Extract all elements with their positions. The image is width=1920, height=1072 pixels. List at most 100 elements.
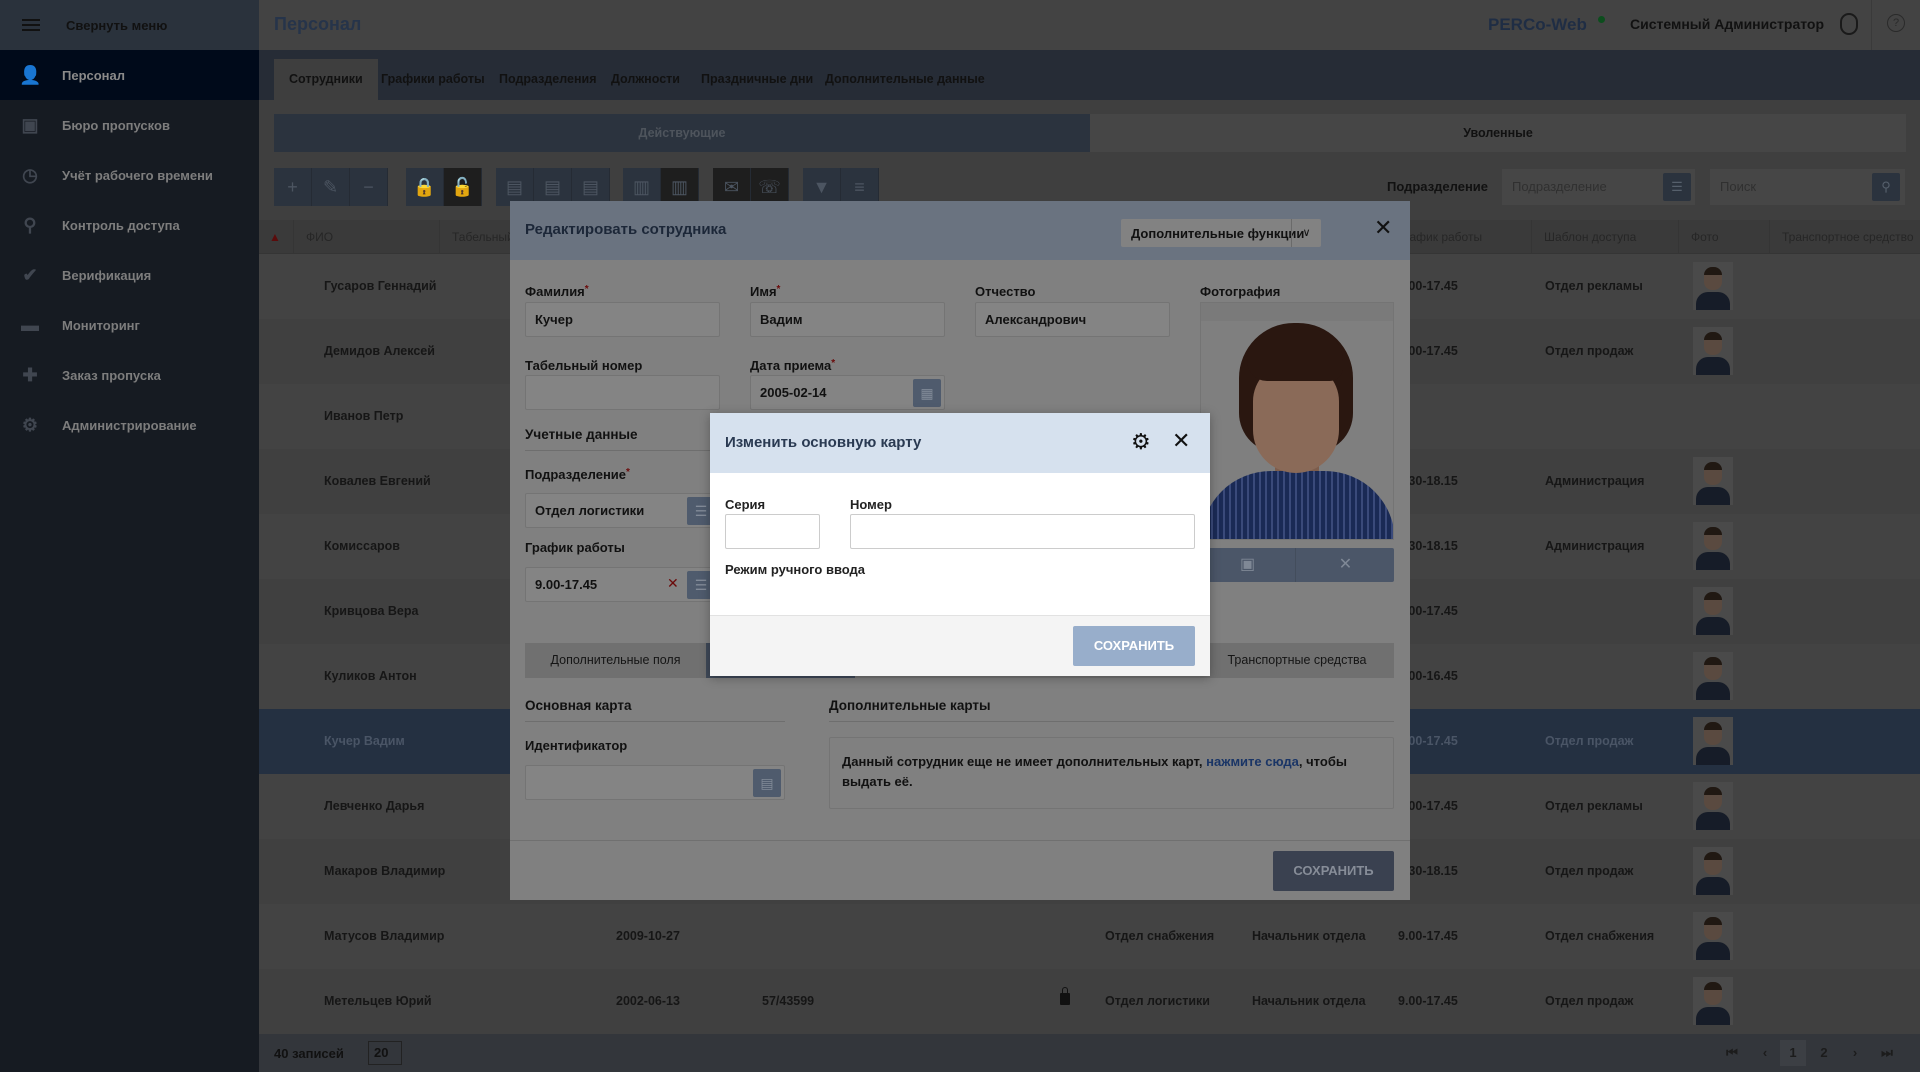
photo-body bbox=[1696, 942, 1730, 960]
segment-active-employees[interactable]: Действующие bbox=[274, 114, 1090, 152]
upload-photo-icon[interactable]: ▣ bbox=[1200, 548, 1296, 582]
badge-icon: ▣ bbox=[21, 115, 39, 135]
lock-icon[interactable]: 🔒 bbox=[406, 168, 444, 206]
middle-name-input[interactable]: Александрович bbox=[975, 302, 1170, 337]
page-1[interactable]: 1 bbox=[1780, 1040, 1806, 1066]
segment-fired-employees[interactable]: Уволенные bbox=[1090, 114, 1906, 152]
next-page-icon[interactable]: › bbox=[1842, 1040, 1868, 1066]
tab-number-input[interactable] bbox=[525, 375, 720, 410]
photo-head bbox=[1704, 852, 1722, 875]
photo-head bbox=[1704, 657, 1722, 680]
column-header-name[interactable]: ФИО bbox=[293, 220, 439, 254]
people-icon: 👤 bbox=[19, 65, 42, 85]
table-row[interactable]: Матусов Владимир 2009-10-27 Отдел снабжени… bbox=[259, 904, 1920, 969]
sidebar-item-4[interactable]: ✔ Верификация bbox=[0, 250, 259, 300]
tab-0[interactable]: Сотрудники bbox=[274, 59, 378, 100]
sidebar-item-2[interactable]: ◷ Учёт рабочего времени bbox=[0, 150, 259, 200]
change-main-card-dialog: Изменить основную карту ⚙ ✕ Серия Номер … bbox=[710, 413, 1210, 676]
employee-name: Кривцова Вера bbox=[324, 604, 419, 618]
sidebar-item-1[interactable]: ▣ Бюро пропусков bbox=[0, 100, 259, 150]
tab-extra-fields[interactable]: Дополнительные поля bbox=[525, 643, 706, 678]
photo-head bbox=[1704, 332, 1722, 355]
collapse-menu-button[interactable]: Свернуть меню bbox=[0, 0, 259, 50]
user-name[interactable]: Системный Администратор bbox=[1630, 16, 1824, 32]
dialog-header: Редактировать сотрудника Дополнительные … bbox=[510, 201, 1410, 260]
prev-page-icon[interactable]: ‹ bbox=[1752, 1040, 1778, 1066]
photo-head bbox=[1704, 462, 1722, 485]
tab-5[interactable]: Дополнительные данные bbox=[810, 59, 1000, 100]
more-functions-button[interactable]: Дополнительные функции ∨ bbox=[1121, 219, 1321, 247]
tab-2[interactable]: Подразделения bbox=[484, 59, 612, 100]
search-icon[interactable]: ⚲ bbox=[1872, 173, 1900, 201]
tab-vehicles[interactable]: Транспортные средства bbox=[1200, 643, 1394, 678]
identifier-input[interactable] bbox=[525, 765, 785, 800]
sidebar-item-0[interactable]: 👤 Персонал bbox=[0, 50, 259, 100]
sidebar-item-6[interactable]: ✚ Заказ пропуска bbox=[0, 350, 259, 400]
tab-3[interactable]: Должности bbox=[596, 59, 695, 100]
photo-body bbox=[1696, 1007, 1730, 1025]
column-header-access-template[interactable]: Шаблон доступа bbox=[1531, 220, 1678, 254]
photo-head bbox=[1704, 787, 1722, 810]
close-icon[interactable]: ✕ bbox=[1374, 215, 1392, 241]
hire-date: 2002-06-13 bbox=[616, 994, 680, 1008]
last-name-input[interactable]: Кучер bbox=[525, 302, 720, 337]
table-row[interactable]: Метельцев Юрий 2002-06-13 57/43599 Отдел ло… bbox=[259, 969, 1920, 1034]
first-name-input[interactable]: Вадим bbox=[750, 302, 945, 337]
edit-icon[interactable]: ✎ bbox=[312, 168, 350, 206]
photo-head bbox=[1704, 527, 1722, 550]
remove-photo-icon[interactable]: ✕ bbox=[1297, 548, 1394, 582]
issue-card-link[interactable]: нажмите сюда bbox=[1206, 754, 1299, 769]
page-size-select[interactable]: 20 bbox=[368, 1041, 402, 1065]
list-icon[interactable]: ☰ bbox=[1663, 173, 1691, 201]
first-page-icon[interactable]: ⏮ bbox=[1719, 1040, 1745, 1066]
last-page-icon[interactable]: ⏭ bbox=[1874, 1040, 1900, 1066]
access-template: Отдел продаж bbox=[1545, 864, 1634, 878]
table-footer: 40 записей 20 ⏮ ‹ 1 2 › ⏭ bbox=[259, 1034, 1920, 1072]
manual-mode-label[interactable]: Режим ручного ввода bbox=[725, 562, 865, 577]
clear-icon[interactable]: ✕ bbox=[667, 575, 679, 592]
chevron-down-icon[interactable]: ∨ bbox=[1291, 219, 1321, 247]
dialog-title: Изменить основную карту bbox=[725, 434, 922, 451]
photo-head bbox=[1704, 982, 1722, 1005]
sidebar-item-3[interactable]: ⚲ Контроль доступа bbox=[0, 200, 259, 250]
info-text: Данный сотрудник еще не имеет дополнител… bbox=[842, 754, 1207, 769]
tab-number-label: Табельный номер bbox=[525, 358, 643, 373]
page-2[interactable]: 2 bbox=[1811, 1040, 1837, 1066]
division: Отдел снабжения bbox=[1105, 929, 1215, 943]
gear-icon[interactable]: ⚙ bbox=[1131, 429, 1151, 455]
help-icon[interactable]: ? bbox=[1887, 14, 1905, 32]
top-bar: Персонал PERCo-Web Системный Администрат… bbox=[259, 0, 1920, 50]
number-input[interactable] bbox=[850, 514, 1195, 549]
card-icon[interactable]: ▤ bbox=[753, 769, 781, 797]
employee-name: Кучер Вадим bbox=[324, 734, 405, 748]
schedule: 9.00-17.45 bbox=[1398, 929, 1458, 943]
tab-4[interactable]: Праздничные дни bbox=[686, 59, 828, 100]
photo-head bbox=[1704, 592, 1722, 615]
save-employee-button[interactable]: СОХРАНИТЬ bbox=[1273, 851, 1394, 891]
save-card-button[interactable]: СОХРАНИТЬ bbox=[1073, 626, 1195, 666]
access-template: Администрация bbox=[1545, 539, 1645, 553]
user-icon[interactable] bbox=[1840, 13, 1858, 35]
hamburger-icon bbox=[22, 19, 40, 31]
collapse-menu-label: Свернуть меню bbox=[66, 17, 168, 33]
column-header-photo[interactable]: Фото bbox=[1678, 220, 1769, 254]
tab-1[interactable]: Графики работы bbox=[366, 59, 500, 100]
series-input[interactable] bbox=[725, 514, 820, 549]
calendar-icon[interactable]: ▦ bbox=[913, 379, 941, 407]
divider bbox=[510, 840, 1410, 841]
unlock-icon[interactable]: 🔓 bbox=[444, 168, 482, 206]
warning-icon[interactable]: ▲ bbox=[259, 220, 293, 254]
photo-body bbox=[1696, 812, 1730, 830]
employee-photo-thumb bbox=[1693, 327, 1733, 375]
add-icon[interactable]: + bbox=[274, 168, 312, 206]
photo-head bbox=[1704, 267, 1722, 290]
extra-cards-section-title: Дополнительные карты bbox=[829, 698, 1394, 722]
division: Отдел логистики bbox=[1105, 994, 1210, 1008]
photo-actions: ▣ ✕ bbox=[1200, 548, 1394, 582]
sidebar-item-7[interactable]: ⚙ Администрирование bbox=[0, 400, 259, 450]
delete-icon[interactable]: − bbox=[350, 168, 388, 206]
access-template: Отдел рекламы bbox=[1545, 799, 1643, 813]
column-header-vehicle[interactable]: Транспортное средство bbox=[1769, 220, 1920, 254]
sidebar-item-5[interactable]: ▬ Мониторинг bbox=[0, 300, 259, 350]
close-icon[interactable]: ✕ bbox=[1172, 428, 1190, 454]
